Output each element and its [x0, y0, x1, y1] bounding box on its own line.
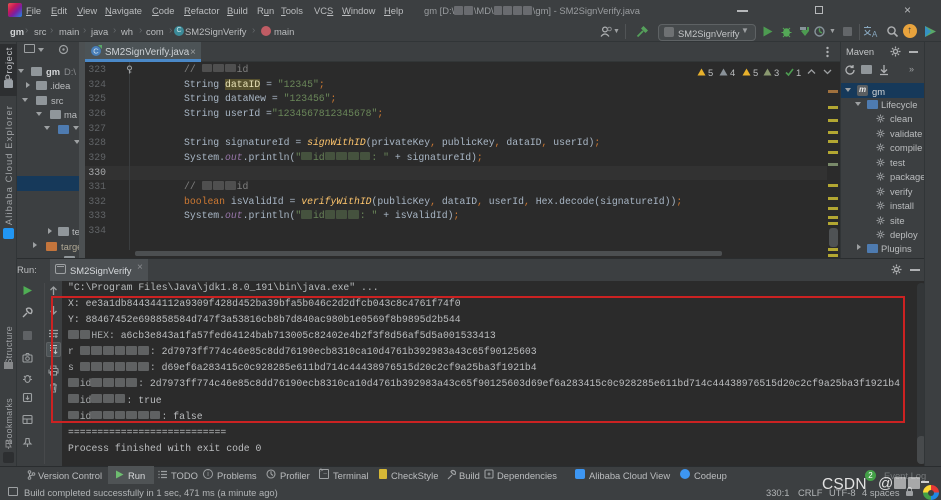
svg-text:C: C [93, 47, 99, 56]
svg-text:A: A [872, 30, 878, 39]
